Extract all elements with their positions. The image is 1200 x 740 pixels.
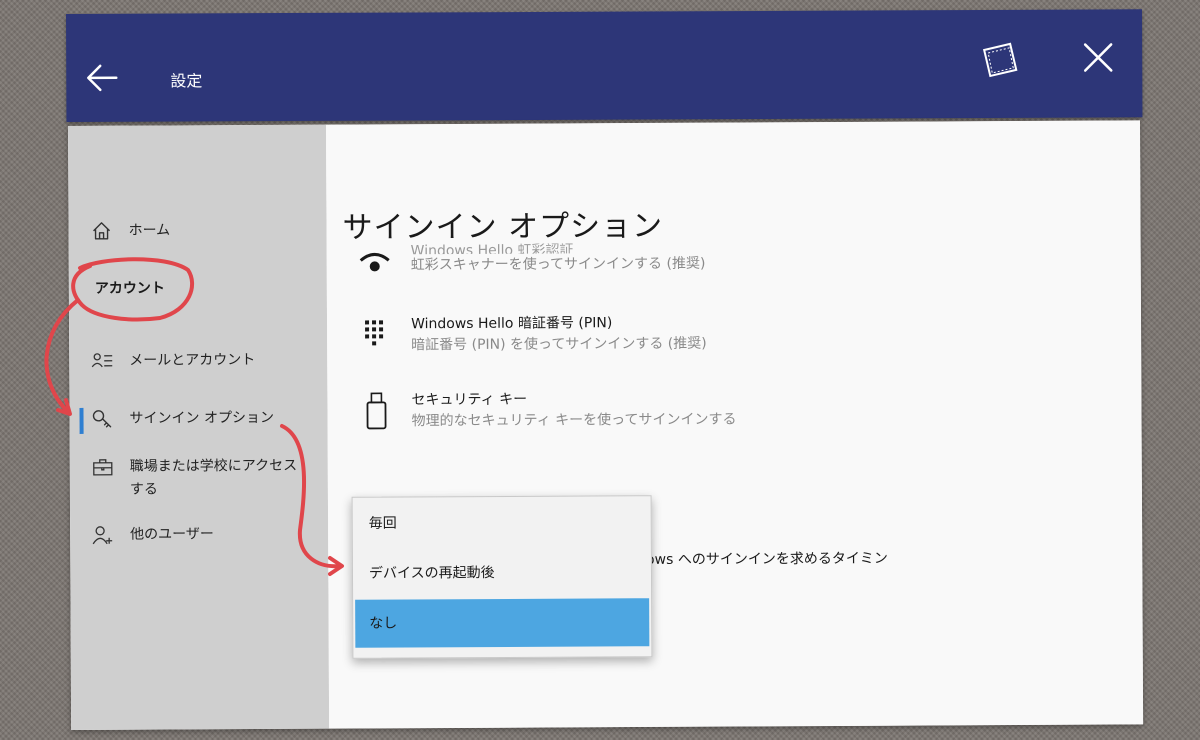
option-title: セキュリティ キー: [411, 391, 528, 409]
eye-icon: [359, 252, 390, 272]
require-signin-label: ndows へのサインインを求めるタイミン: [628, 550, 888, 569]
person-list-icon: [91, 353, 113, 368]
section-header-account: アカウント: [94, 280, 165, 297]
sidebar-item-email-accounts[interactable]: メールとアカウント: [91, 349, 255, 372]
home-icon: [93, 222, 111, 240]
option-description: 物理的なセキュリティ キーを使ってサインインする: [411, 411, 737, 430]
sidebar-item-label: 他のユーザー: [130, 526, 214, 543]
sidebar-item-signin-options[interactable]: サインイン オプション: [91, 407, 274, 430]
sidebar-item-other-users[interactable]: 他のユーザー: [92, 523, 214, 546]
app-title: 設定: [170, 71, 203, 91]
signin-option-security-key[interactable]: セキュリティ キー 物理的なセキュリティ キーを使ってサインインする: [357, 389, 737, 433]
dropdown-option-every-time[interactable]: 毎回: [355, 498, 649, 548]
sidebar-item-label: メールとアカウント: [129, 352, 256, 369]
back-arrow-icon[interactable]: [84, 60, 120, 96]
page-title: サインイン オプション: [342, 208, 664, 246]
sidebar-item-label: ホーム: [128, 222, 171, 239]
close-icon[interactable]: [1080, 39, 1116, 75]
keypad-icon: [365, 320, 384, 346]
briefcase-icon: [93, 459, 113, 476]
selected-indicator: [79, 407, 84, 434]
option-text: Windows Hello 虹彩認証 虹彩スキャナーを使ってサインインする (推…: [410, 243, 706, 287]
option-description: 虹彩スキャナーを使ってサインインする (推奨): [410, 255, 706, 274]
dropdown-option-never[interactable]: なし: [355, 598, 650, 648]
option-title: Windows Hello 暗証番号 (PIN): [411, 315, 613, 333]
annotation-arrowhead-1: [56, 398, 72, 416]
option-text: セキュリティ キー 物理的なセキュリティ キーを使ってサインインする: [411, 389, 736, 433]
usb-key-icon: [366, 392, 387, 430]
sidebar-item-work-school[interactable]: 職場または学校にアクセスする: [92, 455, 302, 502]
sidebar-item-home[interactable]: ホーム: [90, 219, 170, 241]
sidebar: ホーム アカウント メールとアカウント サインイン オプション 職場または学校に…: [68, 124, 330, 730]
title-bar: 設定: [66, 9, 1143, 122]
require-signin-dropdown[interactable]: 毎回 デバイスの再起動後 なし: [351, 495, 653, 659]
option-text: Windows Hello 暗証番号 (PIN) 暗証番号 (PIN) を使って…: [411, 313, 707, 357]
add-person-icon: [92, 526, 113, 545]
dropdown-option-after-restart[interactable]: デバイスの再起動後: [355, 548, 649, 598]
signin-option-pin[interactable]: Windows Hello 暗証番号 (PIN) 暗証番号 (PIN) を使って…: [357, 313, 707, 357]
tablet-mode-icon[interactable]: [980, 40, 1020, 80]
key-icon: [92, 410, 112, 428]
signin-option-iris[interactable]: Windows Hello 虹彩認証 虹彩スキャナーを使ってサインインする (推…: [357, 243, 706, 287]
sidebar-item-label: 職場または学校にアクセスする: [129, 457, 298, 498]
sidebar-item-label: サインイン オプション: [129, 409, 275, 427]
option-description: 暗証番号 (PIN) を使ってサインインする (推奨): [411, 335, 707, 354]
